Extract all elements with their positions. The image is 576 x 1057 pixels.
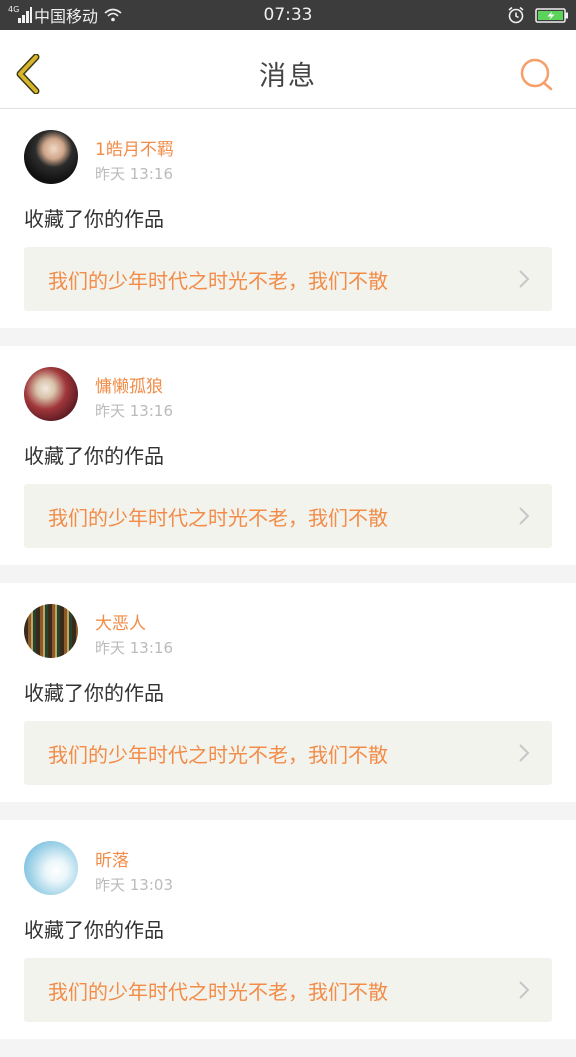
message-time: 昨天 13:16 — [95, 639, 173, 657]
avatar[interactable] — [24, 841, 78, 895]
status-bar: 4G 中国移动 07:33 — [0, 0, 576, 30]
work-link[interactable]: 我们的少年时代之时光不老，我们不散 — [24, 958, 552, 1022]
battery-icon — [535, 8, 568, 23]
page-title: 消息 — [259, 61, 317, 92]
action-text: 收藏了你的作品 — [24, 207, 164, 231]
message-item: 大恶人 昨天 13:16 收藏了你的作品 我们的少年时代之时光不老，我们不散 — [0, 583, 576, 802]
message-item: 1皓月不羁 昨天 13:16 收藏了你的作品 我们的少年时代之时光不老，我们不散 — [0, 109, 576, 328]
work-link[interactable]: 我们的少年时代之时光不老，我们不散 — [24, 247, 552, 311]
avatar[interactable] — [24, 604, 78, 658]
chevron-right-icon — [519, 744, 530, 762]
status-time: 07:33 — [263, 5, 313, 25]
work-link[interactable]: 我们的少年时代之时光不老，我们不散 — [24, 721, 552, 785]
search-icon[interactable] — [518, 56, 554, 92]
work-title: 我们的少年时代之时光不老，我们不散 — [48, 980, 388, 1004]
message-time: 昨天 13:16 — [95, 402, 173, 420]
username[interactable]: 昕落 — [95, 846, 129, 871]
username[interactable]: 1皓月不羁 — [95, 135, 174, 160]
message-item: 慵懒孤狼 昨天 13:16 收藏了你的作品 我们的少年时代之时光不老，我们不散 — [0, 346, 576, 565]
username[interactable]: 慵懒孤狼 — [95, 372, 163, 397]
message-time: 昨天 13:03 — [95, 876, 173, 894]
work-title: 我们的少年时代之时光不老，我们不散 — [48, 269, 388, 293]
action-text: 收藏了你的作品 — [24, 918, 164, 942]
action-text: 收藏了你的作品 — [24, 444, 164, 468]
work-title: 我们的少年时代之时光不老，我们不散 — [48, 506, 388, 530]
avatar[interactable] — [24, 130, 78, 184]
avatar[interactable] — [24, 367, 78, 421]
chevron-right-icon — [519, 981, 530, 999]
chevron-right-icon — [519, 270, 530, 288]
work-link[interactable]: 我们的少年时代之时光不老，我们不散 — [24, 484, 552, 548]
alarm-icon — [508, 6, 524, 24]
work-title: 我们的少年时代之时光不老，我们不散 — [48, 743, 388, 767]
action-text: 收藏了你的作品 — [24, 681, 164, 705]
username[interactable]: 大恶人 — [95, 609, 146, 634]
message-item: 昕落 昨天 13:03 收藏了你的作品 我们的少年时代之时光不老，我们不散 — [0, 820, 576, 1039]
message-list: 1皓月不羁 昨天 13:16 收藏了你的作品 我们的少年时代之时光不老，我们不散… — [0, 109, 576, 1057]
chevron-right-icon — [519, 507, 530, 525]
app-header: 消息 — [0, 30, 576, 109]
message-time: 昨天 13:16 — [95, 165, 173, 183]
